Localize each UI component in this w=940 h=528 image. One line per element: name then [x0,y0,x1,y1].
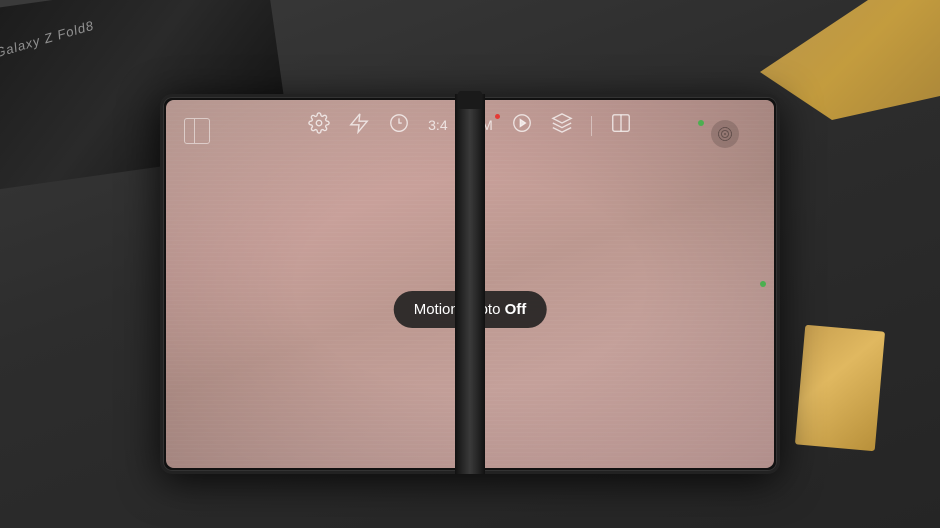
layout-svg [610,112,632,134]
motion-photo-svg [511,112,533,134]
phone-hinge [455,94,485,474]
layers-svg [551,112,573,134]
wood-block-right [795,325,885,452]
toolbar-divider [591,116,592,136]
timer-icon[interactable] [388,112,410,139]
phone-hinge-top [458,91,482,109]
flash-icon[interactable] [348,112,370,139]
filters-icon[interactable] [551,112,573,139]
tooltip-off-label: Off [505,301,527,318]
megapixels-dot [495,114,500,119]
gear-svg [308,112,330,134]
timer-svg [388,112,410,134]
layout-toggle-icon[interactable] [610,112,632,139]
phone-box-label: Galaxy Z Fold8 [0,18,96,61]
aspect-ratio-button[interactable]: 3:4 [428,117,447,135]
settings-icon[interactable] [308,112,330,139]
ratio-label: 3:4 [428,117,447,133]
phone-device: 3:4 12M [160,94,780,474]
motion-photo-icon[interactable] [511,112,533,139]
right-status-dot [760,281,766,287]
scene: Galaxy Z Fold8 [0,0,940,528]
flash-svg [348,112,370,134]
